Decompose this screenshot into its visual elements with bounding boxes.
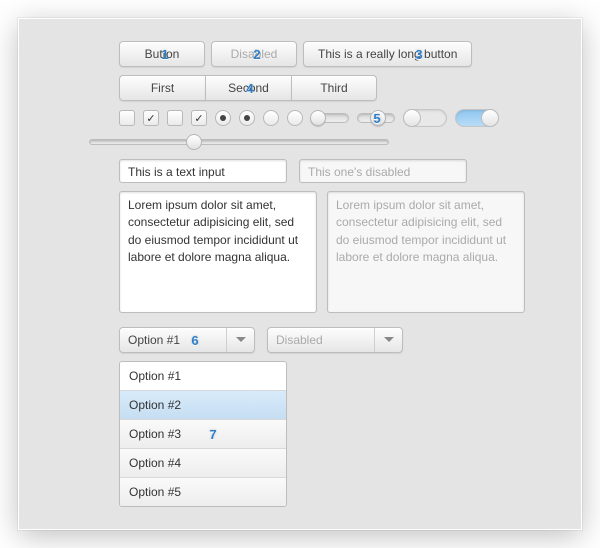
textarea-value: Lorem ipsum dolor sit amet, consectetur … <box>128 198 298 264</box>
select-disabled-value: Disabled <box>276 333 323 347</box>
mini-slider-2[interactable]: 5 <box>357 113 395 123</box>
listbox[interactable]: Option #1 Option #2 Option #3 7 Option #… <box>119 361 287 507</box>
button-label: Button <box>145 47 180 61</box>
segment-label: Third <box>320 81 347 95</box>
list-item-label: Option #1 <box>129 369 181 383</box>
radio-4[interactable] <box>287 110 303 126</box>
segment-third[interactable]: Third <box>291 75 377 101</box>
text-input-placeholder: This one's disabled <box>308 165 410 179</box>
select-value: Option #1 <box>128 333 180 347</box>
annotation-7-icon: 7 <box>204 425 222 443</box>
toggle-on[interactable] <box>455 109 499 127</box>
radio-3[interactable] <box>263 110 279 126</box>
chevron-down-icon <box>226 328 254 352</box>
list-item-3[interactable]: Option #3 7 <box>120 420 286 449</box>
radio-2[interactable] <box>239 110 255 126</box>
button-primary[interactable]: Button 1 <box>119 41 205 67</box>
select-dropdown[interactable]: Option #1 6 <box>119 327 255 353</box>
text-input[interactable]: This is a text input <box>119 159 287 183</box>
list-item-label: Option #2 <box>129 398 181 412</box>
textarea-disabled-value: Lorem ipsum dolor sit amet, consectetur … <box>336 198 506 264</box>
segment-label: First <box>151 81 174 95</box>
list-item[interactable]: Option #1 <box>120 362 286 391</box>
segment-label: Second <box>228 81 269 95</box>
ui-kit-panel: Button 1 Disabled 2 This is a really lon… <box>18 18 582 530</box>
button-disabled: Disabled 2 <box>211 41 297 67</box>
select-dropdown-disabled: Disabled <box>267 327 403 353</box>
slider-large[interactable] <box>89 139 389 145</box>
list-item[interactable]: Option #4 <box>120 449 286 478</box>
text-input-value: This is a text input <box>128 165 225 179</box>
text-input-disabled: This one's disabled <box>299 159 467 183</box>
checkbox-3[interactable] <box>167 110 183 126</box>
button-label: This is a really long button <box>318 47 457 61</box>
button-long[interactable]: This is a really long button 3 <box>303 41 472 67</box>
segment-first[interactable]: First <box>119 75 205 101</box>
textarea-disabled: Lorem ipsum dolor sit amet, consectetur … <box>327 191 525 313</box>
checkbox-2[interactable]: ✓ <box>143 110 159 126</box>
toggle-off[interactable] <box>403 109 447 127</box>
chevron-down-icon <box>374 328 402 352</box>
checkbox-1[interactable] <box>119 110 135 126</box>
list-item-label: Option #5 <box>129 485 181 499</box>
list-item[interactable]: Option #5 <box>120 478 286 506</box>
list-item[interactable]: Option #2 <box>120 391 286 420</box>
checkbox-4[interactable]: ✓ <box>191 110 207 126</box>
mini-slider-1[interactable] <box>311 113 349 123</box>
radio-1[interactable] <box>215 110 231 126</box>
annotation-6-icon: 6 <box>186 331 204 349</box>
list-item-label: Option #4 <box>129 456 181 470</box>
button-label: Disabled <box>231 47 278 61</box>
textarea[interactable]: Lorem ipsum dolor sit amet, consectetur … <box>119 191 317 313</box>
segment-second[interactable]: Second 4 <box>205 75 291 101</box>
list-item-label: Option #3 <box>129 427 181 441</box>
